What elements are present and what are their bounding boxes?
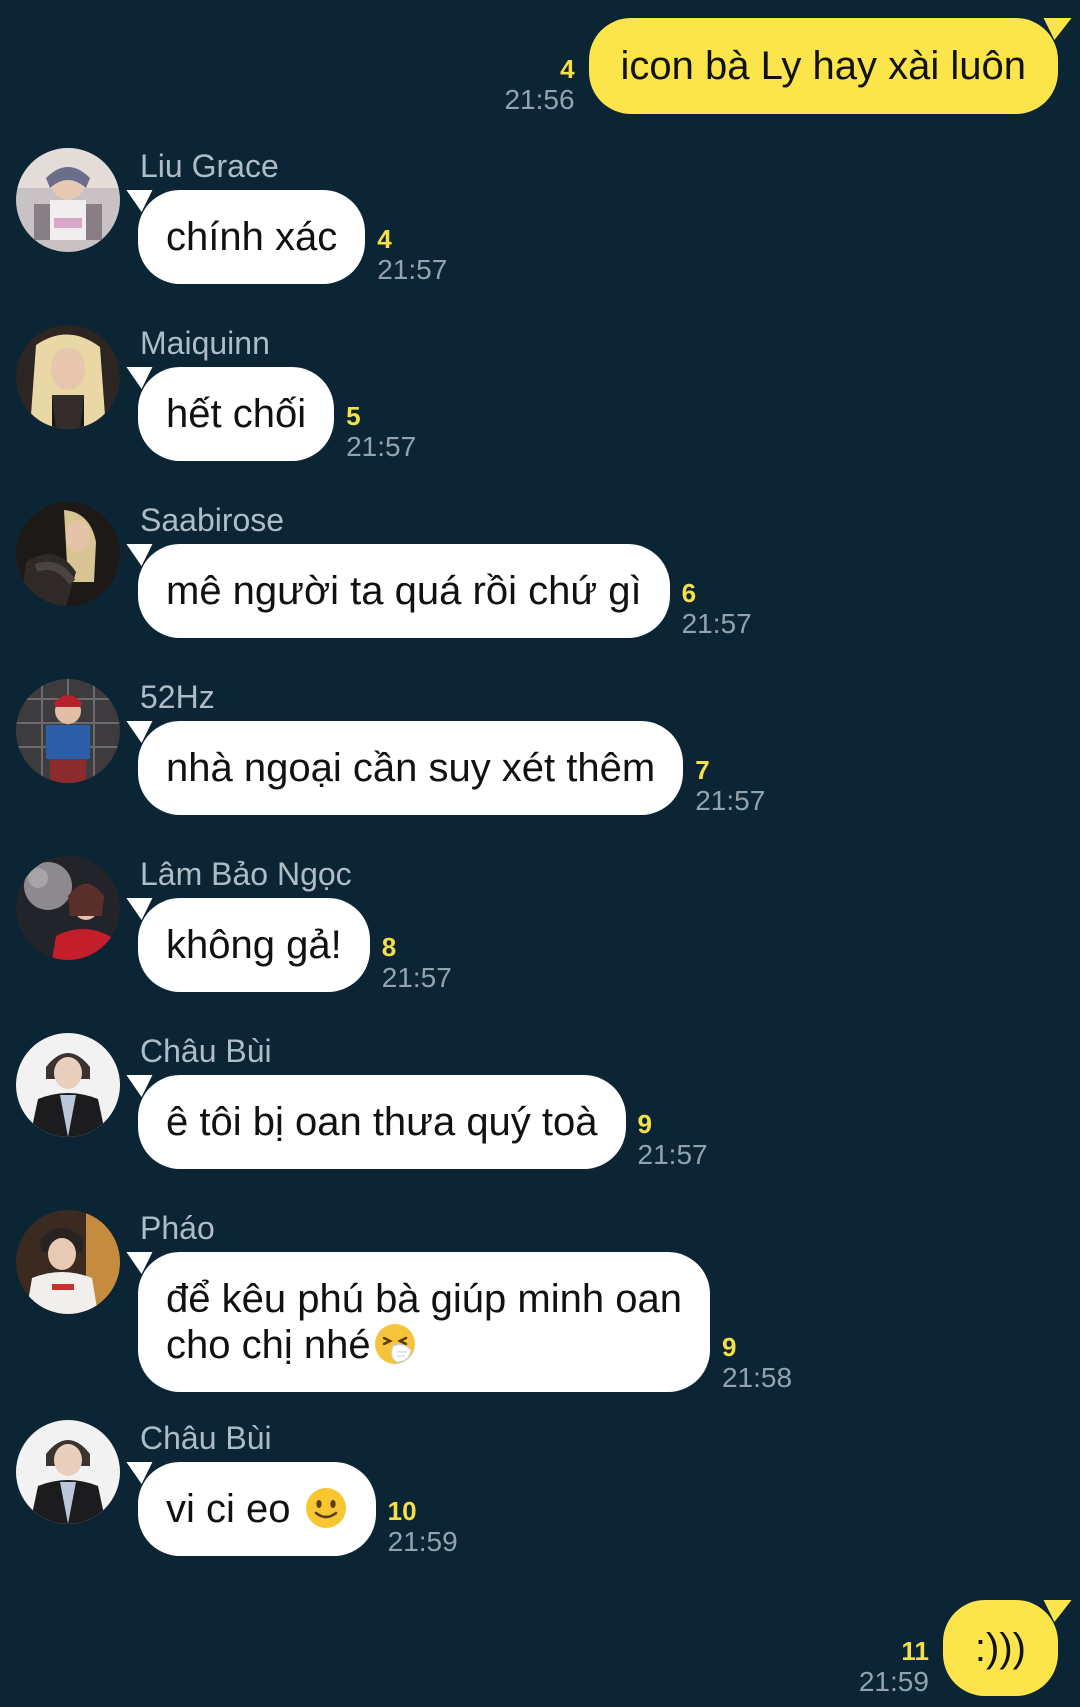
sender-name: 52Hz: [140, 679, 215, 715]
avatar[interactable]: [16, 856, 120, 960]
message-time: 21:57: [346, 431, 417, 462]
message-time: 21:57: [381, 962, 452, 993]
message-row-incoming: Châu Bùi ê tôi bị oan thưa quý toà 9 21:…: [16, 1033, 708, 1171]
sender-name: Saabirose: [140, 502, 285, 538]
read-count: 7: [695, 755, 710, 785]
message-bubble-incoming[interactable]: để kêu phú bà giúp minh oan cho chị nhé: [138, 1252, 710, 1392]
message-bubble-incoming[interactable]: không gả!: [138, 898, 370, 992]
read-count: 9: [637, 1109, 652, 1139]
read-count: 6: [681, 578, 697, 608]
sender-name: Pháo: [140, 1210, 215, 1246]
message-time: 21:59: [387, 1526, 458, 1557]
avatar[interactable]: [16, 1210, 120, 1314]
avatar[interactable]: [16, 679, 120, 783]
message-row-incoming: Lâm Bảo Ngọc không gả! 8 21:57: [16, 856, 452, 994]
sender-name: Liu Grace: [140, 148, 279, 184]
avatar[interactable]: [16, 1420, 120, 1524]
read-count: 11: [901, 1636, 929, 1666]
message-meta: 5 21:57: [346, 401, 416, 463]
message-meta: 10 21:59: [388, 1496, 458, 1558]
message-bubble-outgoing[interactable]: :))): [942, 1600, 1058, 1696]
message-bubble-incoming[interactable]: mê người ta quá rồi chứ gì: [138, 544, 670, 638]
message-time: 21:59: [858, 1666, 929, 1697]
avatar[interactable]: [16, 1033, 120, 1137]
message-row-outgoing: 4 21:56 icon bà Ly hay xài luôn: [504, 18, 1058, 116]
message-row-incoming: Châu Bùi vi ci eo 10 21:59: [16, 1420, 458, 1558]
message-time: 21:57: [695, 785, 766, 816]
message-meta: 6 21:57: [682, 578, 752, 640]
sender-name: Châu Bùi: [140, 1033, 272, 1069]
read-count: 9: [721, 1332, 737, 1362]
read-count: 4: [560, 54, 575, 84]
message-time: 21:56: [504, 84, 575, 115]
sender-name: Lâm Bảo Ngọc: [140, 856, 352, 892]
message-row-incoming: Pháo để kêu phú bà giúp minh oan cho chị…: [16, 1210, 792, 1394]
sender-name: Châu Bùi: [140, 1420, 272, 1456]
avatar[interactable]: [16, 502, 120, 606]
message-text-line: cho chị nhé: [166, 1323, 371, 1367]
sender-name: Maiquinn: [140, 325, 270, 361]
avatar[interactable]: [16, 325, 120, 429]
message-meta: 9 21:57: [638, 1109, 708, 1171]
smiling-face-icon: [304, 1486, 348, 1530]
message-time: 21:57: [377, 254, 448, 285]
chat-thread[interactable]: 4 21:56 icon bà Ly hay xài luôn Liu Grac…: [0, 0, 1080, 1707]
read-count: 5: [346, 401, 361, 431]
message-meta: 7 21:57: [695, 755, 765, 817]
message-bubble-incoming[interactable]: chính xác: [138, 190, 366, 284]
message-bubble-incoming[interactable]: nhà ngoại cần suy xét thêm: [138, 721, 684, 815]
read-count: 8: [381, 932, 397, 962]
message-bubble-incoming[interactable]: hết chối: [138, 367, 335, 461]
read-count: 10: [387, 1496, 417, 1526]
message-text: vi ci eo: [166, 1487, 291, 1531]
message-time: 21:58: [721, 1362, 793, 1393]
message-meta: 4 21:56: [504, 54, 574, 116]
avatar[interactable]: [16, 148, 120, 252]
message-row-incoming: Maiquinn hết chối 5 21:57: [16, 325, 416, 463]
message-meta: 11 21:59: [859, 1636, 929, 1698]
message-bubble-incoming[interactable]: ê tôi bị oan thưa quý toà: [138, 1075, 626, 1169]
message-row-incoming: Saabirose mê người ta quá rồi chứ gì 6 2…: [16, 502, 752, 640]
sneezing-face-icon: [373, 1322, 417, 1366]
message-time: 21:57: [637, 1139, 708, 1170]
message-bubble-outgoing[interactable]: icon bà Ly hay xài luôn: [588, 18, 1058, 114]
message-meta: 4 21:57: [377, 224, 447, 286]
message-meta: 8 21:57: [382, 932, 452, 994]
message-row-incoming: 52Hz nhà ngoại cần suy xét thêm 7 21:57: [16, 679, 765, 817]
message-meta: 9 21:58: [722, 1332, 792, 1394]
message-bubble-incoming[interactable]: vi ci eo: [138, 1462, 376, 1556]
message-row-incoming: Liu Grace chính xác 4 21:57: [16, 148, 447, 286]
message-time: 21:57: [681, 608, 752, 639]
message-row-outgoing: 11 21:59 :))): [859, 1600, 1058, 1698]
read-count: 4: [377, 224, 392, 254]
message-text-line: để kêu phú bà giúp minh oan: [166, 1277, 682, 1321]
